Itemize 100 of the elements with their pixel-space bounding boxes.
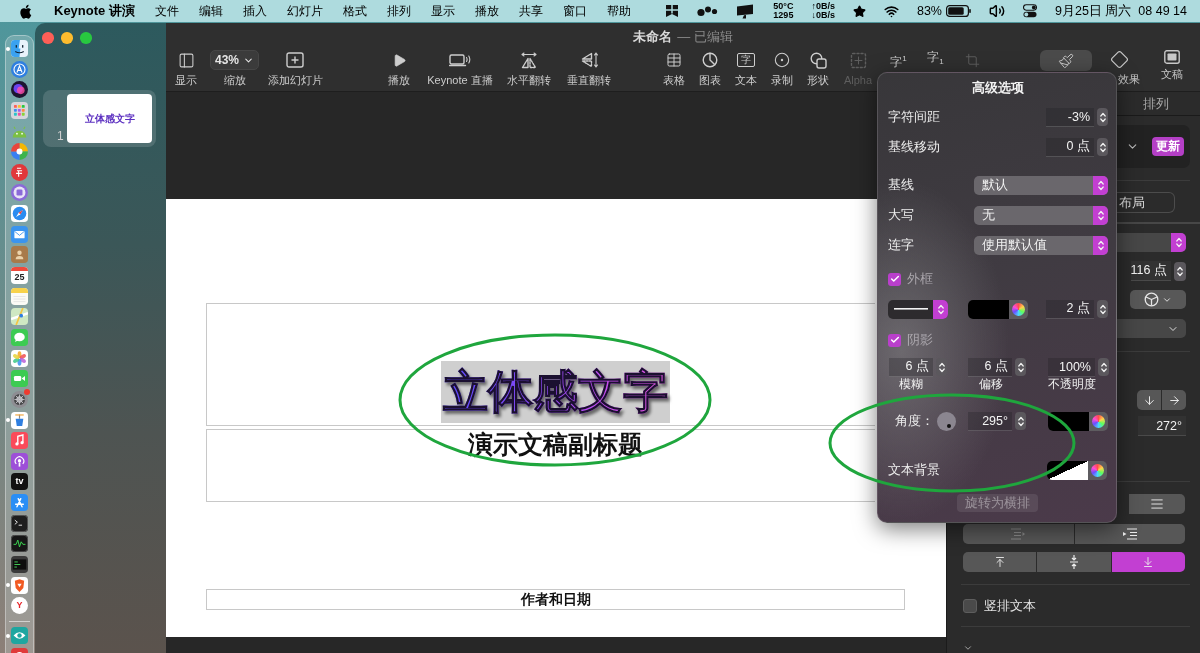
indent-button[interactable] [1074,524,1185,544]
table-button[interactable]: 表格 [656,50,692,87]
menu-item[interactable]: 共享 [508,0,553,22]
color-well[interactable] [1047,460,1107,480]
live-button[interactable]: Keynote 直播 [425,50,495,87]
chat-bubble-icon[interactable] [11,328,28,346]
rotation-field[interactable]: 272° [1138,416,1186,436]
play-button[interactable]: 播放 [381,50,417,87]
arrow-down-button[interactable] [1137,390,1161,410]
menu-item[interactable]: 窗口 [552,0,597,22]
vertical-text-checkbox[interactable] [963,599,977,613]
update-button[interactable]: 更新 [1152,137,1184,156]
minimize-button[interactable] [61,32,73,44]
settings-icon[interactable] [11,390,28,408]
chart-button[interactable]: 图表 [692,50,728,87]
slide-item[interactable]: 1 立体感文字 [43,90,156,147]
flip-horizontal-button[interactable]: 水平翻转 [503,50,555,87]
popup-button[interactable]: 无 [974,205,1108,225]
inspector-tab[interactable]: 排列 [1143,94,1169,113]
menu-item[interactable]: 幻灯片 [276,0,333,22]
vertical-align-button[interactable] [963,552,1037,572]
subscript-button[interactable]: 字$_{1}$ [917,50,954,70]
angle-dial[interactable] [937,411,956,431]
font-popup[interactable] [1117,233,1186,252]
letter-icon[interactable]: Y [11,597,28,615]
compass-icon[interactable] [11,205,28,223]
podcast-icon[interactable] [11,452,28,470]
menu-item[interactable]: 编辑 [188,0,233,22]
console-icon[interactable] [11,556,28,573]
notepad-icon[interactable] [11,287,28,305]
color-well[interactable] [1048,411,1108,431]
crossed-tools-icon[interactable] [11,494,28,512]
text-options-button[interactable] [1130,290,1186,309]
battery-icon[interactable] [946,5,971,17]
value-field[interactable]: 0 点 [1046,137,1094,157]
toggles-icon[interactable] [1023,4,1037,18]
activity-graph-icon[interactable] [11,535,28,553]
menu-item[interactable]: 排列 [376,0,421,22]
shadow-value-field[interactable]: 100% [1048,357,1095,377]
envelope-icon[interactable] [11,225,28,243]
menu-date[interactable]: 9月25日 周六 [1055,2,1132,20]
animate-button[interactable]: 效果 [1097,50,1141,86]
close-button[interactable] [42,32,54,44]
line-style-popup[interactable] [888,299,948,319]
shadow-value-field[interactable]: 6 点 [968,357,1012,377]
monitor-icon[interactable] [736,3,756,19]
font-size-field[interactable]: 116 点 [1131,261,1171,281]
tv-icon[interactable]: tv [11,473,28,491]
zoom-popup[interactable]: 43% [210,50,259,70]
eye-icon[interactable] [11,627,28,645]
flip-vertical-button[interactable]: 垂直翻转 [563,50,615,87]
stepper[interactable] [1015,412,1026,430]
menu-item[interactable]: 播放 [464,0,509,22]
text-button[interactable]: 字 文本 [728,50,764,87]
map-icon[interactable] [11,308,28,326]
arrow-right-button[interactable] [1162,390,1186,410]
video-camera-icon[interactable] [11,370,28,388]
outline-checkbox[interactable] [888,272,901,286]
ring-icon[interactable] [11,60,28,78]
podium-icon[interactable] [11,411,28,429]
shield-icon[interactable] [11,576,28,594]
show-button[interactable]: 显示 [168,50,204,87]
seal-icon[interactable] [11,163,28,181]
format-button[interactable] [1040,50,1092,71]
smiling-face-icon[interactable] [11,40,28,57]
menu-item[interactable]: 插入 [232,0,277,22]
menu-item[interactable]: 显示 [420,0,465,22]
justify-button[interactable] [1129,494,1185,514]
angle-field[interactable]: 295° [968,411,1012,431]
shadow-value-field[interactable]: 6 点 [889,357,933,377]
menu-clock[interactable]: 08 49 14 [1138,4,1187,18]
outline-width-field[interactable]: 2 点 [1046,299,1094,319]
menu-item[interactable]: 格式 [332,0,377,22]
flower-icon[interactable] [11,349,28,367]
apple-icon[interactable] [19,3,32,19]
dots-icon[interactable] [697,5,719,17]
value-field[interactable]: -3% [1046,107,1094,127]
stepper[interactable] [1097,300,1108,318]
music-note-icon[interactable] [11,432,28,450]
title-text-box[interactable]: 立体感文字 [206,303,875,426]
add-slide-button[interactable]: 添加幻灯片 [265,50,325,87]
stepper[interactable] [1097,108,1108,126]
stepper[interactable] [1015,358,1026,376]
stepper[interactable] [1174,261,1186,281]
bookmark-grid-icon[interactable] [665,4,680,18]
stepper[interactable] [1097,138,1108,156]
shadow-checkbox[interactable] [888,333,901,347]
popup-button[interactable]: 使用默认值 [974,235,1108,255]
wifi-icon[interactable] [883,3,899,19]
disc-icon[interactable] [11,184,28,202]
shape-button[interactable]: 形状 [800,50,836,87]
footer-text-box[interactable]: 作者和日期 [206,589,905,610]
stepper[interactable] [1098,358,1109,376]
record-button[interactable]: 录制 [764,50,800,87]
color-well[interactable] [968,299,1028,319]
menu-item[interactable]: 文件 [144,0,189,22]
calendar-icon[interactable]: 25 [11,267,28,285]
superscript-button[interactable]: 字$^{1}$ [880,50,917,70]
app-menu[interactable]: Keynote 讲演 [54,2,135,20]
subtitle-text-box[interactable]: 演示文稿副标题 [206,429,875,502]
